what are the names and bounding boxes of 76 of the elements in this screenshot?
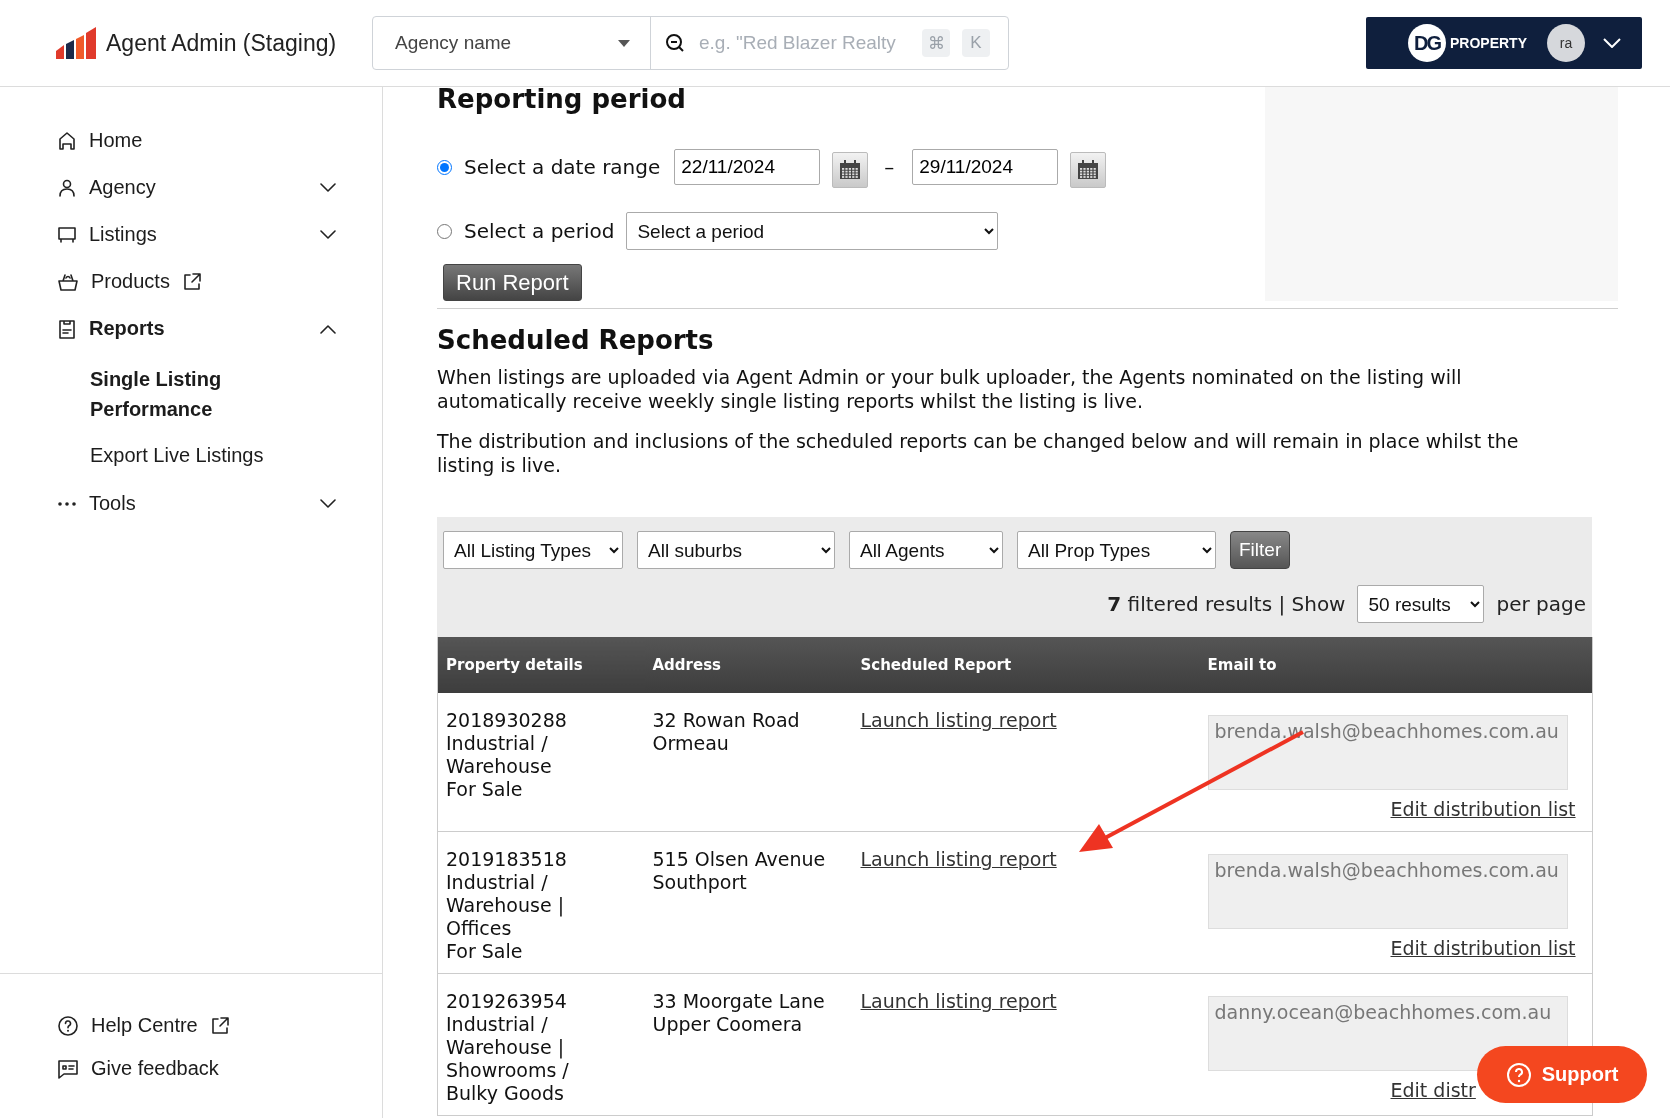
radio-label: Select a period bbox=[464, 219, 615, 243]
chevron-down-icon bbox=[1603, 38, 1621, 48]
calendar-icon bbox=[1077, 160, 1100, 180]
radio-label: Select a date range bbox=[464, 155, 661, 179]
per-page-select[interactable]: 50 results bbox=[1357, 585, 1485, 623]
nav-subitem[interactable]: Single Listing Performance bbox=[0, 356, 382, 432]
column-header: Scheduled Report bbox=[852, 637, 1200, 693]
table-cell: 2018930288 Industrial / Warehouse For Sale bbox=[437, 693, 645, 832]
nav-item[interactable]: Agency bbox=[0, 164, 382, 211]
calendar-icon bbox=[839, 160, 862, 180]
edit-distribution-link[interactable]: Edit distribution list bbox=[1390, 937, 1576, 960]
report-link[interactable]: Launch listing report bbox=[860, 709, 1057, 731]
email-field[interactable]: brenda.walsh@beachhomes.com.au bbox=[1207, 715, 1568, 790]
radio-button[interactable] bbox=[437, 223, 452, 239]
description-text: When listings are uploaded via Agent Admin or your bulk uploader, the Agents nominated on the listing will automatically receive weekly single listing reports whilst the listing is live. bbox=[437, 365, 1463, 413]
column-header: Email to bbox=[1199, 637, 1593, 693]
user-avatar: ra bbox=[1547, 24, 1585, 62]
column-header: Address bbox=[644, 637, 853, 693]
filter-select[interactable]: All Prop Types bbox=[1017, 531, 1216, 569]
edit-distribution-link[interactable]: Edit distribution list bbox=[1390, 798, 1576, 821]
basket-icon bbox=[57, 271, 79, 292]
support-button[interactable]: Support bbox=[1477, 1046, 1647, 1103]
section-title: Scheduled Reports bbox=[437, 325, 715, 355]
home-icon bbox=[57, 130, 77, 151]
column-header: Property details bbox=[437, 637, 645, 693]
report-link[interactable]: Launch listing report bbox=[860, 848, 1057, 870]
search-icon bbox=[665, 33, 685, 53]
brand-logo: DG bbox=[1408, 24, 1446, 62]
footer-link[interactable]: Help Centre bbox=[0, 1004, 382, 1047]
date-field[interactable]: 22/11/2024 bbox=[674, 149, 821, 185]
edit-distribution-link[interactable]: Edit distr bbox=[1390, 1079, 1476, 1102]
more-icon bbox=[57, 500, 77, 507]
email-field[interactable]: brenda.walsh@beachhomes.com.au bbox=[1207, 854, 1568, 929]
table-cell: 2019183518 Industrial / Warehouse | Offices For Sale bbox=[437, 831, 645, 974]
radio-button[interactable] bbox=[437, 159, 452, 175]
period-select[interactable]: Select a period bbox=[626, 212, 999, 250]
run-report-button[interactable]: Run Report bbox=[443, 264, 582, 301]
shortcut-key: ⌘ bbox=[922, 29, 950, 57]
board-icon bbox=[57, 224, 77, 245]
person-icon bbox=[57, 177, 77, 198]
report-icon bbox=[57, 317, 77, 340]
report-link[interactable]: Launch listing report bbox=[860, 990, 1057, 1012]
filter-select[interactable]: All Agents bbox=[849, 531, 1003, 569]
date-field[interactable]: 29/11/2024 bbox=[912, 149, 1059, 185]
nav-item[interactable]: Products bbox=[0, 258, 382, 305]
shortcut-key: K bbox=[962, 29, 990, 57]
nav-item[interactable]: Home bbox=[0, 117, 382, 164]
app-title: Agent Admin (Staging) bbox=[106, 29, 337, 57]
footer-link[interactable]: Give feedback bbox=[0, 1047, 382, 1090]
nav-item[interactable]: Listings bbox=[0, 211, 382, 258]
filter-button[interactable]: Filter bbox=[1230, 531, 1291, 569]
range-separator: – bbox=[884, 155, 895, 179]
description-text: The distribution and inclusions of the scheduled reports can be changed below and will remain in place whilst the listing is live. bbox=[437, 429, 1520, 477]
table-cell: 515 Olsen Avenue Southport bbox=[644, 831, 853, 974]
filter-select[interactable]: All suburbs bbox=[637, 531, 835, 569]
filter-select[interactable]: All Listing Types bbox=[443, 531, 623, 569]
account-button[interactable]: DG PROPERTY ra bbox=[1366, 17, 1642, 69]
search-field[interactable]: e.g. "Red Blazer Realty bbox=[697, 31, 910, 55]
help-icon bbox=[57, 1014, 79, 1037]
results-count: 7 filtered results | Show bbox=[1107, 592, 1346, 616]
agency-select[interactable]: Agency name bbox=[373, 17, 651, 69]
section-title: Reporting period bbox=[437, 87, 687, 114]
calendar-button[interactable] bbox=[832, 152, 869, 188]
per-page-label: per page bbox=[1496, 592, 1586, 616]
table-cell: 32 Rowan Road Ormeau bbox=[644, 693, 853, 832]
calendar-button[interactable] bbox=[1070, 152, 1107, 188]
logo-icon bbox=[56, 27, 96, 59]
nav-item[interactable]: Tools bbox=[0, 480, 382, 527]
feedback-icon bbox=[57, 1057, 79, 1080]
nav-subitem[interactable]: Export Live Listings bbox=[0, 432, 382, 478]
caret-icon bbox=[618, 39, 630, 47]
brand-name: PROPERTY bbox=[1450, 35, 1527, 51]
table-cell: 33 Moorgate Lane Upper Coomera bbox=[644, 973, 853, 1116]
table-cell: 2019263954 Industrial / Warehouse | Showrooms / Bulky Goods bbox=[437, 973, 645, 1116]
help-icon bbox=[1505, 1061, 1532, 1088]
nav-item[interactable]: Reports bbox=[0, 305, 382, 352]
